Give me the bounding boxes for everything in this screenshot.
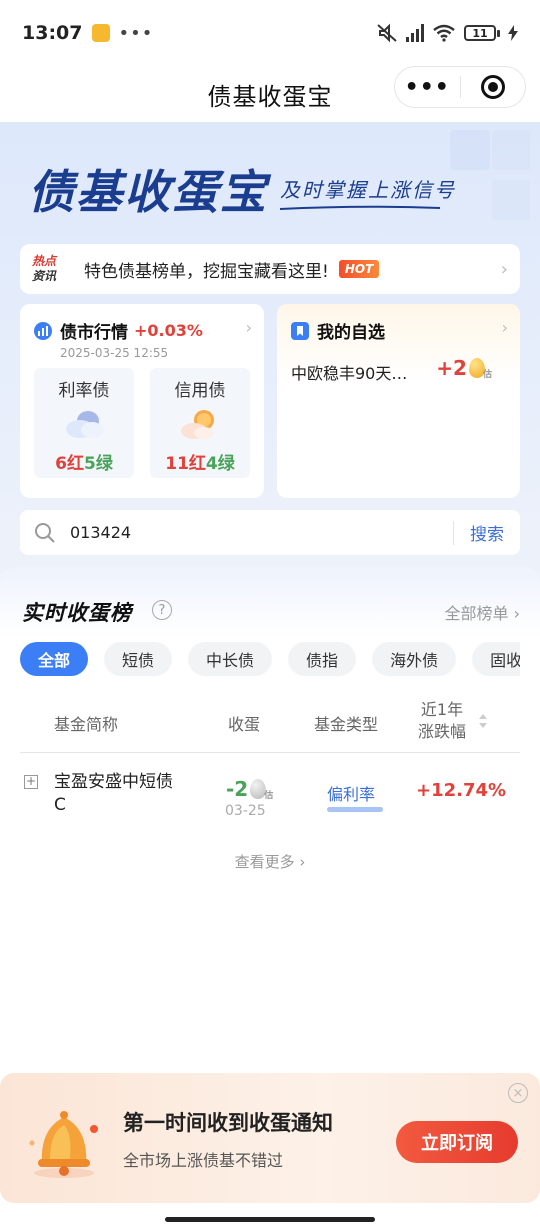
close-icon[interactable]: × (508, 1083, 528, 1103)
more-notifications-icon: ••• (118, 22, 154, 44)
nav-bar: 债基收蛋宝 ••• (0, 66, 540, 122)
more-button[interactable]: ••• (395, 75, 460, 100)
tab-bond-index[interactable]: 债指 (288, 642, 357, 676)
rate-bond-card[interactable]: 利率债 6红5绿 (34, 368, 134, 478)
ranking-title: 实时收蛋榜 (22, 601, 132, 625)
column-yearly-change-line1: 近1年 (420, 700, 464, 719)
target-icon (480, 75, 505, 99)
column-yearly-change[interactable]: 近1年 涨跌幅 (418, 699, 466, 743)
credit-bond-label: 信用债 (174, 381, 226, 401)
rate-bond-green: 5绿 (84, 454, 113, 474)
expand-icon[interactable]: + (24, 775, 38, 789)
tab-all[interactable]: 全部 (20, 642, 89, 676)
bell-icon (29, 1111, 98, 1178)
search-button[interactable]: 搜索 (454, 520, 520, 545)
fund-yearly-change: +12.74% (416, 780, 507, 801)
wifi-icon (433, 24, 455, 42)
estimate-label: 估 (482, 369, 492, 380)
mini-program-capsule: ••• (394, 66, 526, 108)
notify-subtitle: 全市场上涨债基不错过 (123, 1151, 284, 1170)
fund-egg-date: 03-25 (225, 803, 266, 819)
market-date: 2025-03-25 12:55 (60, 346, 169, 360)
subscribe-button[interactable]: 立即订阅 (396, 1121, 518, 1163)
bond-market-card[interactable]: 债市行情 +0.03% › 2025-03-25 12:55 利率债 6红5绿 … (20, 304, 264, 498)
bookmark-icon (291, 321, 309, 340)
fund-egg: -2 估 (226, 777, 273, 801)
page-title: 债基收蛋宝 (207, 82, 333, 111)
hot-label-top: 热点 (32, 254, 57, 268)
status-icons: 11 (376, 23, 518, 43)
cloudy-icon (66, 411, 103, 438)
chevron-right-icon: › (245, 318, 252, 337)
fund-type[interactable]: 偏利率 (327, 781, 375, 805)
credit-bond-red: 11红 (165, 454, 206, 474)
favorite-fund-value: +2 估 (436, 356, 492, 380)
charging-icon (508, 25, 518, 41)
fund-egg-count: -2 (226, 777, 249, 801)
subscribe-banner: 第一时间收到收蛋通知 全市场上涨债基不错过 立即订阅 × (0, 1073, 540, 1203)
estimate-label: 估 (264, 790, 274, 801)
fund-type-underline (327, 807, 383, 812)
sort-icon[interactable] (478, 713, 488, 729)
category-tabs: 全部 短债 中长债 债指 海外债 固收+ (20, 642, 520, 678)
search-input[interactable]: 013424 (70, 523, 453, 542)
battery-icon: 11 (464, 25, 500, 41)
favorite-fund-name[interactable]: 中欧稳丰90天… (291, 360, 407, 384)
tab-short-bond[interactable]: 短债 (104, 642, 173, 676)
table-row[interactable]: + 宝盈安盛中短债C -2 估 03-25 偏利率 +12.74% (20, 763, 520, 827)
search-icon (35, 522, 55, 543)
brand-logo: 债基收蛋宝 (28, 165, 268, 219)
close-button[interactable] (461, 75, 526, 99)
hot-label-bottom: 资讯 (32, 269, 57, 283)
status-bar: 13:07 ••• 11 (0, 0, 540, 66)
rate-bond-score: 6红5绿 (55, 449, 113, 474)
tab-overseas-bond[interactable]: 海外债 (372, 642, 457, 676)
favorites-title: 我的自选 (317, 323, 385, 343)
info-icon[interactable]: ? (152, 600, 172, 620)
chart-icon (34, 321, 52, 340)
all-rankings-link[interactable]: 全部榜单 › (445, 600, 521, 624)
rate-bond-red: 6红 (55, 454, 84, 474)
tab-fixed-income-plus[interactable]: 固收+ (472, 642, 520, 676)
partly-sunny-icon (181, 410, 214, 439)
market-title: 债市行情 (60, 323, 128, 343)
column-yearly-change-line2: 涨跌幅 (418, 722, 467, 741)
credit-bond-score: 11红4绿 (165, 449, 235, 474)
market-change: +0.03% (134, 321, 203, 340)
home-indicator[interactable] (165, 1217, 375, 1222)
slogan-underline (280, 205, 440, 210)
column-fund-type: 基金类型 (314, 715, 379, 734)
signal-icon (406, 24, 424, 42)
see-more-link[interactable]: 查看更多 › (0, 851, 540, 872)
brand-slogan: 及时掌握上涨信号 (280, 178, 456, 202)
mute-icon (377, 23, 397, 43)
hot-badge: HOT (338, 260, 380, 278)
favorites-card[interactable]: 我的自选 › 中欧稳丰90天… +2 估 (277, 304, 520, 498)
status-time: 13:07 (22, 22, 83, 44)
ranking-panel: 实时收蛋榜 ? 全部榜单 › 全部 短债 中长债 债指 海外债 固收+ 基金简称… (0, 567, 540, 1087)
credit-bond-card[interactable]: 信用债 11红4绿 (150, 368, 250, 478)
chevron-right-icon: › (500, 258, 508, 280)
column-fund-name: 基金简称 (54, 715, 119, 734)
search-bar[interactable]: 013424 搜索 (20, 510, 520, 555)
chevron-right-icon: › (501, 318, 508, 337)
table-header: 基金简称 收蛋 基金类型 近1年 涨跌幅 (20, 695, 520, 753)
tab-mid-long-bond[interactable]: 中长债 (188, 642, 273, 676)
hot-news-text: 特色债基榜单，挖掘宝藏看这里! (84, 261, 329, 282)
credit-bond-green: 4绿 (205, 454, 235, 474)
rate-bond-label: 利率债 (58, 381, 110, 401)
hot-news-label: 热点 资讯 (32, 254, 72, 284)
column-egg: 收蛋 (228, 715, 261, 734)
notes-app-icon (92, 24, 111, 42)
battery-level: 11 (464, 25, 496, 41)
notify-title: 第一时间收到收蛋通知 (123, 1111, 333, 1135)
favorite-egg-count: +2 (436, 356, 467, 380)
fund-name[interactable]: 宝盈安盛中短债C (54, 771, 184, 817)
hot-news-banner[interactable]: 热点 资讯 特色债基榜单，挖掘宝藏看这里! HOT › (20, 244, 520, 294)
